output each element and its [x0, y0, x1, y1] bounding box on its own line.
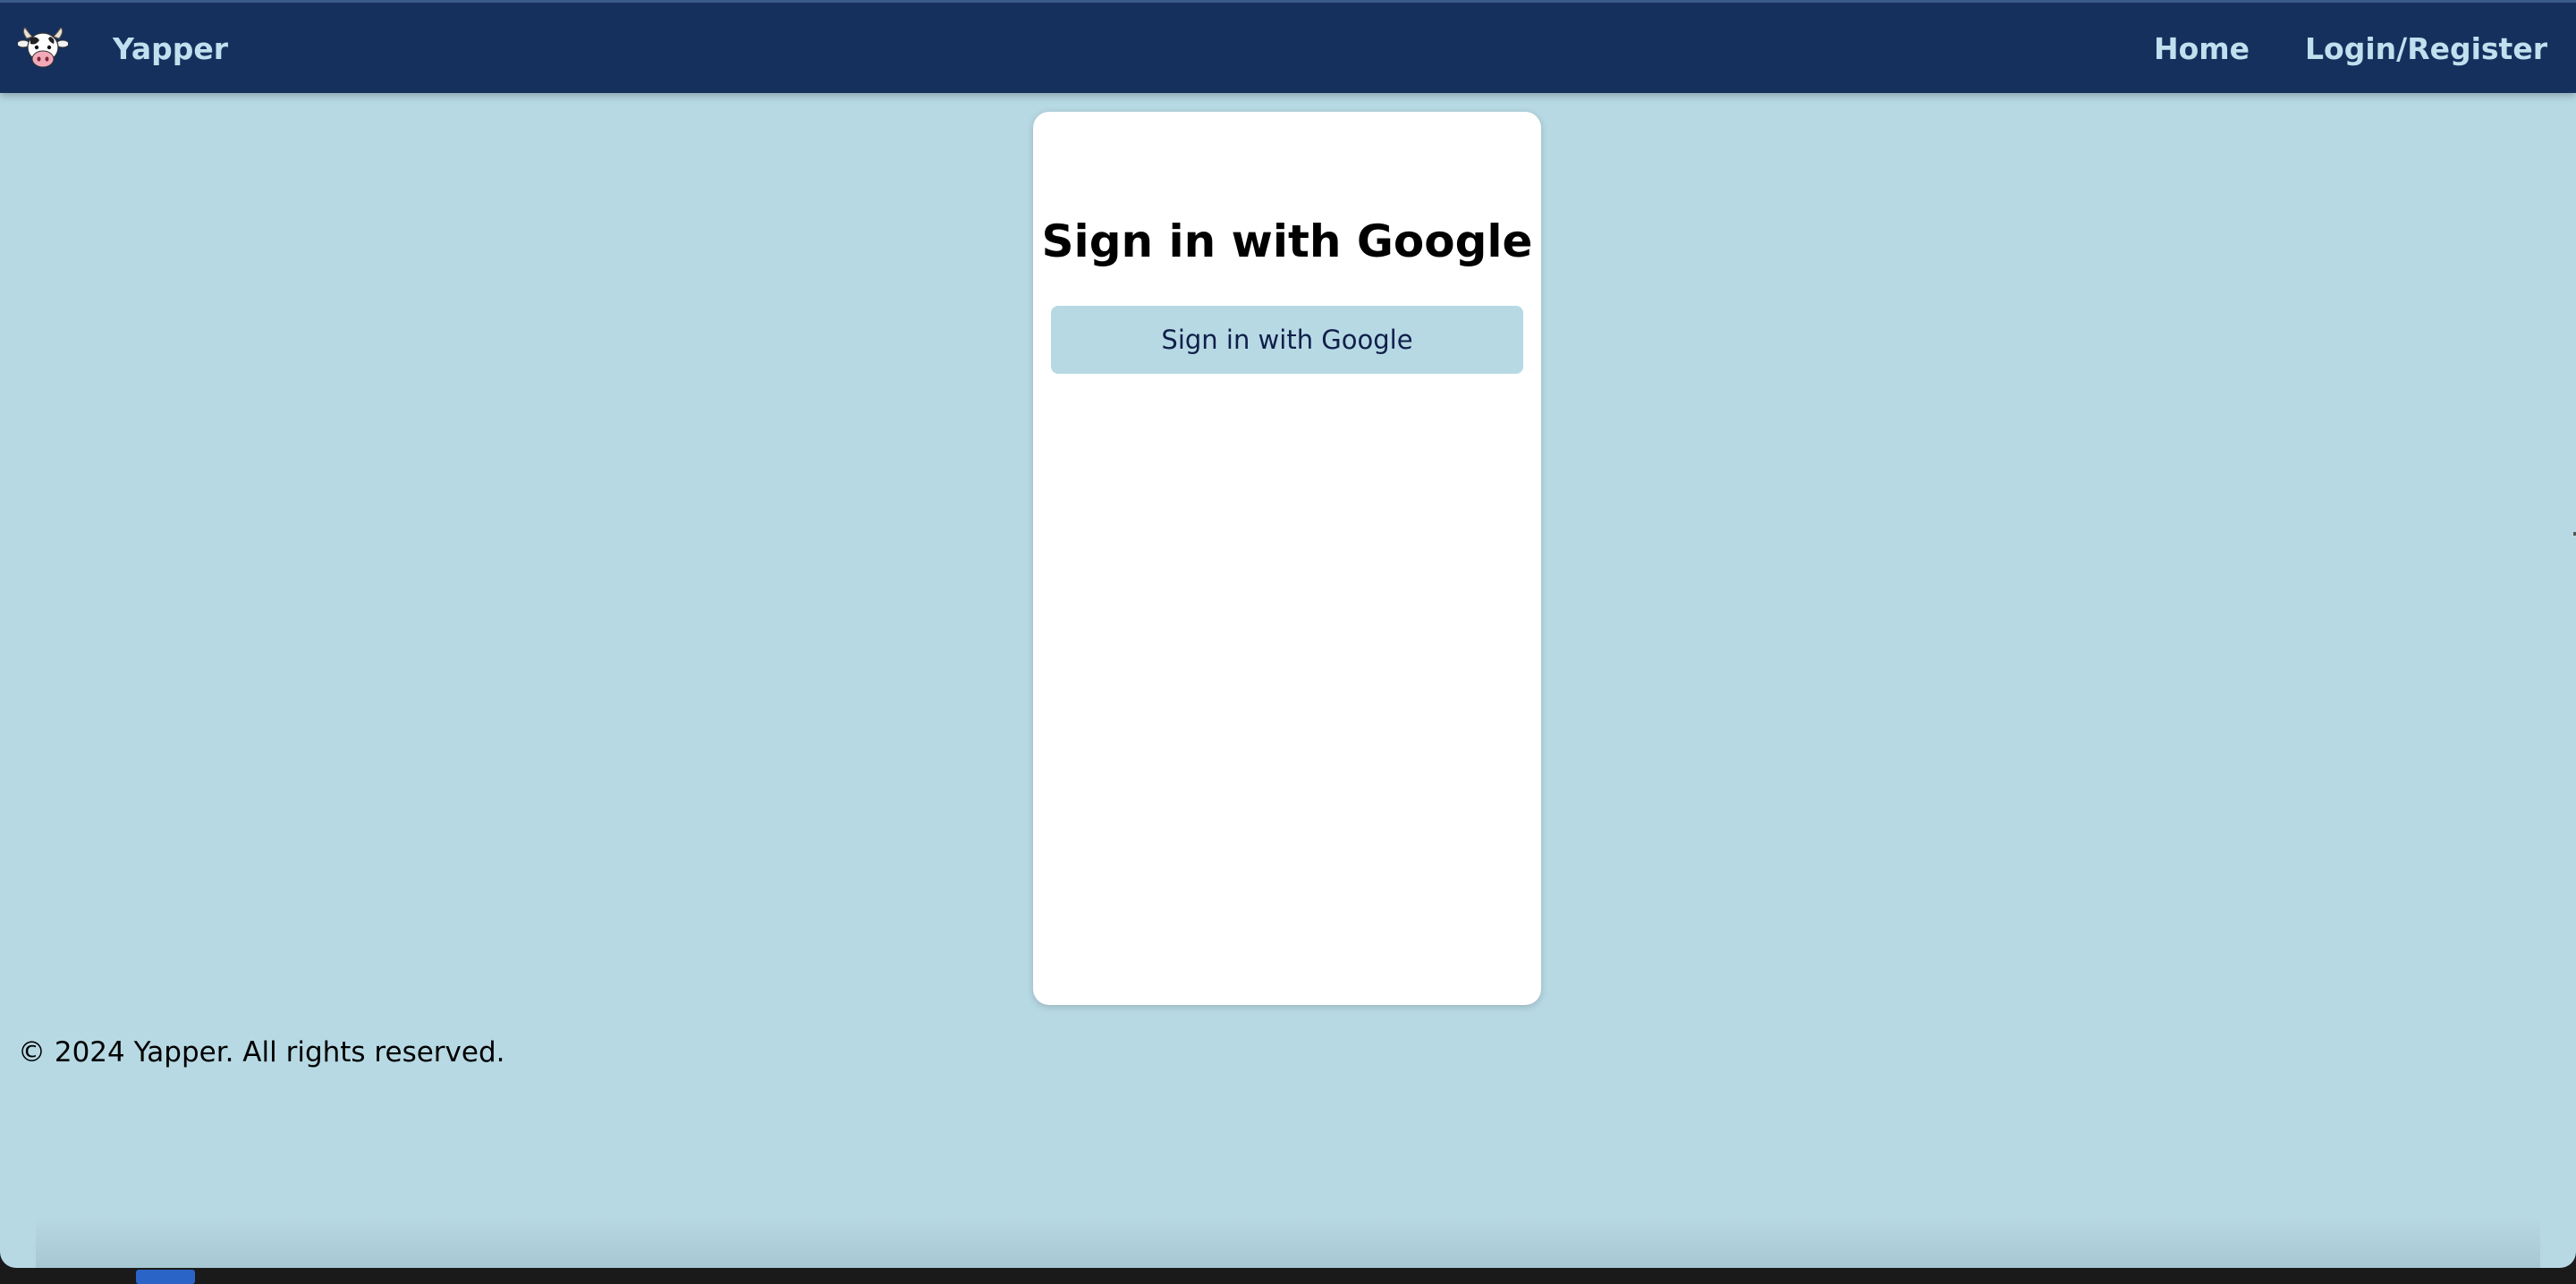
sign-in-card: Sign in with Google Sign in with Google	[1033, 112, 1541, 1005]
nav-links: Home Login/Register	[2154, 28, 2547, 71]
browser-viewport: Yapper Home Login/Register Sign in with …	[0, 0, 2576, 1268]
brand-link[interactable]: Yapper	[113, 28, 228, 71]
google-sign-in-button[interactable]: Sign in with Google	[1051, 306, 1523, 374]
dock-app-icon[interactable]	[136, 1270, 195, 1284]
nav-link-home[interactable]: Home	[2154, 28, 2250, 71]
nav-link-login-register[interactable]: Login/Register	[2305, 28, 2547, 71]
top-navbar: Yapper Home Login/Register	[0, 0, 2576, 93]
footer-copyright: © 2024 Yapper. All rights reserved.	[18, 1036, 505, 1069]
cow-face-icon[interactable]	[16, 26, 70, 72]
card-title: Sign in with Google	[1041, 215, 1533, 267]
bottom-shadow	[36, 1216, 2540, 1268]
